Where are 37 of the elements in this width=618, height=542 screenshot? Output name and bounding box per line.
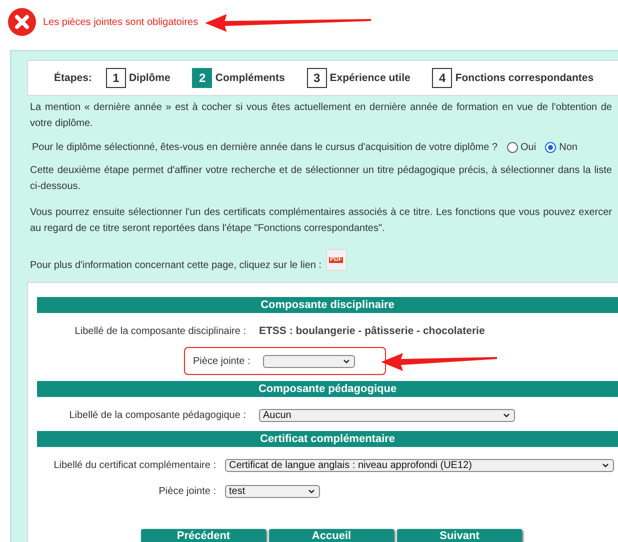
field-label: Pièce jointe : <box>158 486 216 496</box>
field-label: Pièce jointe : <box>193 356 250 366</box>
section-header: Certificat complémentaire <box>37 431 618 447</box>
radio-label[interactable]: Oui <box>520 142 536 153</box>
info-text: Pour plus d'information concernant cette page, cliquez sur le lien : <box>30 260 322 271</box>
info-paragraph: Cette deuxième étape permet d'affiner votre recherche et de sélectionner un titre pédagogique précis, à sélectionner dans la liste ci-dessous. <box>30 164 612 194</box>
field-label: Libellé de la composante pédagogique : <box>68 410 246 420</box>
intro-text: La mention « dernière année » est à cocher si vous êtes actuellement en dernière année de formation en vue de l'obtention de votre diplôme. <box>30 101 612 131</box>
step-number[interactable]: 4 <box>432 68 452 88</box>
step-label[interactable]: Fonctions correspondantes <box>455 72 594 84</box>
step-label[interactable]: Expérience utile <box>330 72 410 84</box>
radio-label[interactable]: Non <box>559 142 578 153</box>
radio-button[interactable] <box>545 142 556 153</box>
step-number[interactable]: 2 <box>192 68 212 88</box>
info-paragraph: Vous pourrez ensuite sélectionner l'un des certificats complémentaires associés à ce titre. Les fonctions que vous pouvez exercer au regard de ce titre seront reportées dans l'étape "Fonctions correspondantes". <box>30 206 612 236</box>
steps-label: Étapes: <box>54 72 92 84</box>
field-value: ETSS : boulangerie - pâtisserie - chocolaterie <box>259 325 485 337</box>
question-text: Pour le diplôme sélectionné, êtes-vous en dernière année dans le cursus d'acquisition de votre diplôme ? <box>32 142 498 153</box>
error-icon <box>8 8 36 36</box>
nav-button[interactable]: Précédent <box>141 529 266 542</box>
nav-button[interactable]: Accueil <box>269 529 394 542</box>
field-label: Libellé de la composante disciplinaire : <box>74 326 246 336</box>
step-label[interactable]: Compléments <box>215 72 285 84</box>
arrow-annotation-icon <box>205 13 373 33</box>
section-header: Composante disciplinaire <box>37 297 618 313</box>
section-header: Composante pédagogique <box>37 381 618 397</box>
dropdown-field[interactable]: test <box>225 484 320 498</box>
dropdown-field[interactable] <box>263 354 356 368</box>
dropdown-field[interactable]: Aucun <box>259 408 515 422</box>
dropdown-field[interactable]: Certificat de langue anglais : niveau approfondi (UE12) <box>225 458 614 472</box>
step-number[interactable]: 1 <box>106 68 126 88</box>
step-label[interactable]: Diplôme <box>128 72 170 84</box>
nav-button[interactable]: Suivant <box>397 529 522 542</box>
error-message: Les pièces jointes sont obligatoires <box>43 16 198 28</box>
radio-button[interactable] <box>506 142 518 153</box>
field-label: Libellé du certificat complémentaire : <box>52 460 216 470</box>
step-number[interactable]: 3 <box>306 68 327 88</box>
